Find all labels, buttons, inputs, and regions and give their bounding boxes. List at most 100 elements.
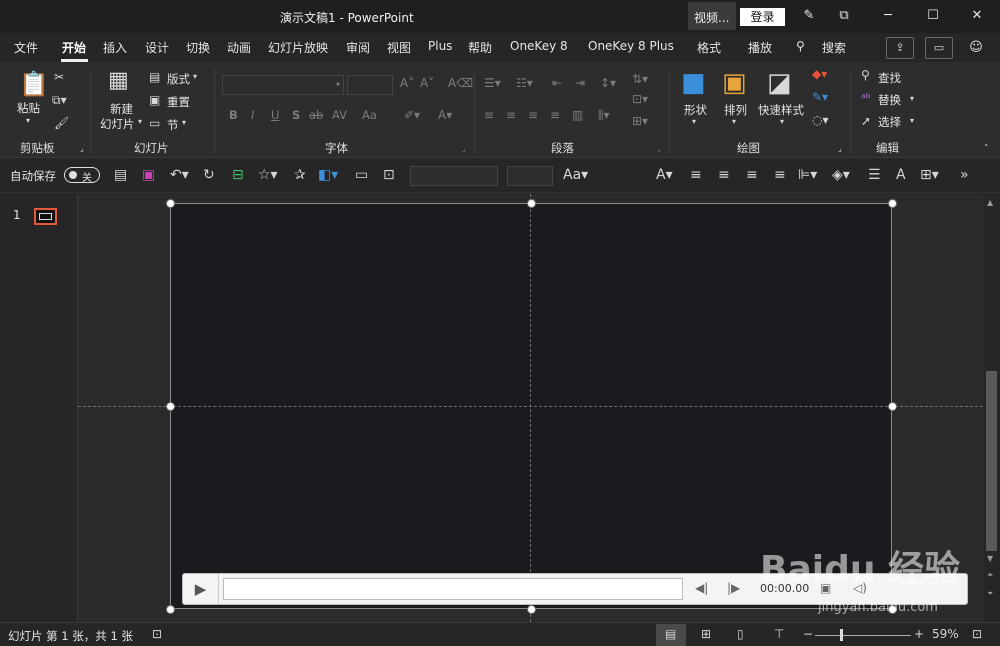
vertical-scrollbar[interactable]: ▲ ▼ ⏶ ⏷: [983, 194, 1000, 622]
strikethrough-button[interactable]: ab: [309, 108, 323, 122]
qat-align-right-icon[interactable]: ≡: [746, 167, 758, 183]
clear-format-icon[interactable]: A⌫: [448, 76, 473, 90]
tab-insert[interactable]: 插入: [103, 39, 127, 56]
qat-align-objects-icon[interactable]: ⊫▾: [798, 167, 817, 183]
arrange-icon[interactable]: ▣: [722, 68, 747, 98]
play-icon[interactable]: ▶: [183, 574, 219, 604]
scroll-up-icon[interactable]: ▲: [987, 198, 993, 207]
save-icon[interactable]: ▣: [142, 167, 155, 183]
tab-help[interactable]: 帮助: [468, 39, 492, 56]
pen-icon[interactable]: ✎: [797, 4, 821, 28]
section-label[interactable]: 节: [167, 117, 179, 133]
qat-font-combo[interactable]: [410, 166, 498, 186]
layout-dropdown-icon[interactable]: ▾: [193, 72, 197, 81]
format-painter-icon[interactable]: 🖌: [54, 116, 69, 130]
shapes-label[interactable]: 形状: [684, 102, 707, 118]
resize-handle[interactable]: [888, 199, 897, 208]
tab-format[interactable]: 格式: [697, 39, 721, 56]
cut-icon[interactable]: ✂: [54, 70, 64, 84]
zoom-out-button[interactable]: −: [803, 627, 813, 641]
qat-text-icon[interactable]: A: [896, 167, 906, 183]
paragraph-launcher-icon[interactable]: ⌟: [657, 144, 661, 153]
new-slide-label-2[interactable]: 幻灯片: [100, 116, 135, 132]
justify-icon[interactable]: ≡: [550, 108, 560, 122]
tab-review[interactable]: 审阅: [346, 39, 370, 56]
font-size-combo[interactable]: [347, 75, 393, 95]
layout-label[interactable]: 版式: [167, 71, 190, 87]
resize-handle[interactable]: [166, 605, 175, 614]
zoom-level[interactable]: 59%: [932, 627, 959, 641]
resize-handle[interactable]: [888, 402, 897, 411]
zoom-in-button[interactable]: +: [914, 627, 924, 641]
login-button[interactable]: 登录: [740, 8, 785, 26]
prev-slide-icon[interactable]: ⏶: [987, 570, 993, 580]
tab-file[interactable]: 文件: [14, 39, 38, 56]
reset-icon[interactable]: ▣: [149, 93, 160, 107]
align-left-icon[interactable]: ≡: [484, 108, 494, 122]
media-progress-track[interactable]: [223, 578, 683, 600]
drawing-launcher-icon[interactable]: ⌟: [838, 144, 842, 153]
columns-icon[interactable]: ⫼▾: [598, 108, 610, 123]
new-slide-label-1[interactable]: 新建: [110, 101, 133, 117]
redo-icon[interactable]: ↻: [203, 167, 215, 183]
restore-icon[interactable]: ⧉: [832, 4, 856, 28]
scroll-down-icon[interactable]: ▼: [987, 554, 993, 563]
find-icon[interactable]: ⚲: [861, 68, 870, 82]
quick-styles-label[interactable]: 快速样式: [758, 102, 804, 118]
font-name-combo[interactable]: [222, 75, 344, 95]
text-direction-icon[interactable]: ⇅▾: [632, 72, 648, 86]
video-button[interactable]: 视频...: [688, 2, 736, 30]
close-button[interactable]: ✕: [965, 4, 989, 28]
tab-home[interactable]: 开始: [62, 39, 86, 56]
qat-font-color-icon[interactable]: A▾: [656, 167, 673, 183]
quick-styles-icon[interactable]: ◪: [767, 68, 792, 98]
zoom-slider-knob[interactable]: [840, 629, 843, 641]
bullets-icon[interactable]: ☰▾: [484, 76, 501, 90]
comment-icon[interactable]: ▭: [925, 37, 953, 59]
arrange-label[interactable]: 排列: [724, 102, 747, 118]
font-launcher-icon[interactable]: ⌟: [462, 144, 466, 153]
paste-label[interactable]: 粘贴: [17, 100, 40, 116]
select-icon[interactable]: ➚: [861, 114, 871, 128]
tab-slideshow[interactable]: 幻灯片放映: [268, 39, 328, 56]
tab-transitions[interactable]: 切换: [186, 39, 210, 56]
increase-indent-icon[interactable]: ⇥: [575, 76, 585, 90]
textbox-icon[interactable]: ⊡: [383, 167, 395, 183]
quick-styles-dropdown-icon[interactable]: ▾: [780, 117, 784, 126]
smiley-icon[interactable]: ☺: [964, 36, 988, 60]
select-dropdown-icon[interactable]: ▾: [910, 116, 914, 125]
normal-view-icon[interactable]: ▤: [665, 627, 676, 641]
replace-dropdown-icon[interactable]: ▾: [910, 94, 914, 103]
new-slide-dropdown-icon[interactable]: ▾: [138, 117, 142, 126]
search-label[interactable]: 搜索: [822, 39, 846, 56]
italic-button[interactable]: I: [251, 108, 254, 122]
tab-playback[interactable]: 播放: [748, 39, 772, 56]
fit-to-window-icon[interactable]: ⊡: [972, 627, 982, 641]
zoom-slider-track[interactable]: [815, 635, 911, 636]
format-icon[interactable]: ⊟: [232, 167, 244, 183]
bold-button[interactable]: B: [229, 108, 238, 122]
replace-label[interactable]: 替换: [878, 92, 901, 108]
copy-icon[interactable]: ⧉▾: [52, 93, 67, 108]
share-icon[interactable]: ⇪: [886, 37, 914, 59]
decrease-font-icon[interactable]: A˅: [420, 76, 434, 90]
resize-handle[interactable]: [166, 199, 175, 208]
qat-line-icon[interactable]: ☰: [868, 167, 881, 183]
distributed-icon[interactable]: ▥: [572, 108, 583, 122]
slideshow-view-icon[interactable]: ⊤: [774, 627, 784, 641]
rewind-icon[interactable]: ◀|: [695, 581, 708, 595]
save-as-icon[interactable]: ▤: [114, 167, 127, 183]
search-icon[interactable]: ⚲: [796, 39, 805, 53]
shape-effects-icon[interactable]: ◌▾: [812, 113, 829, 127]
font-color-icon[interactable]: A▾: [438, 108, 452, 122]
maximize-button[interactable]: ☐: [921, 4, 945, 28]
horizontal-guide[interactable]: [78, 406, 983, 407]
tab-animations[interactable]: 动画: [227, 39, 251, 56]
undo-icon[interactable]: ↶▾: [170, 167, 189, 183]
reading-view-icon[interactable]: ▯: [737, 627, 744, 641]
clipboard-launcher-icon[interactable]: ⌟: [80, 144, 84, 153]
paste-icon[interactable]: 📋: [19, 70, 49, 98]
slide-sorter-icon[interactable]: ⊞: [701, 627, 711, 641]
find-label[interactable]: 查找: [878, 70, 901, 86]
change-case-button[interactable]: Aa: [362, 108, 377, 122]
